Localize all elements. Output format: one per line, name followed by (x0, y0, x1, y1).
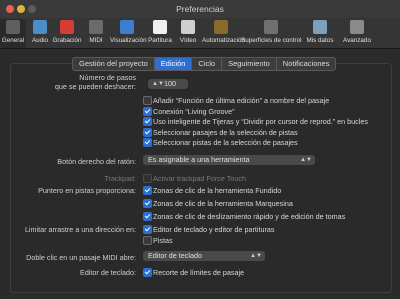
undo-steps-label-1: Número de pasos (79, 73, 136, 82)
popup-arrows-icon: ▲▼ (300, 157, 312, 163)
edit-option-label-1: Conexión “Living Groove” (153, 106, 235, 116)
toolbar-automation-button[interactable]: Automatización (202, 19, 246, 48)
edit-option-checkbox-3[interactable] (143, 127, 152, 137)
midi-double-click-value: Editor de teclado (148, 251, 202, 260)
toolbar-audio-button[interactable]: Audio (30, 19, 50, 48)
popup-arrows-icon: ▲▼ (250, 253, 262, 259)
trim-region-bounds-checkbox[interactable] (143, 268, 152, 277)
tab-1[interactable]: Edición (154, 58, 193, 70)
edit-option-checkbox-2[interactable] (143, 117, 152, 126)
score-icon (153, 20, 167, 34)
advanced-icon (350, 20, 364, 34)
section-tabs: Gestión del proyecto Edición Ciclo Seguimie… (72, 57, 337, 71)
toolbar-recording-label: Grabación (52, 37, 82, 44)
toolbar-general-label: General (1, 37, 25, 44)
recording-icon (60, 20, 74, 34)
toolbar-advanced-label: Avanzado (343, 37, 371, 44)
toolbar-general-button[interactable]: General (0, 19, 26, 48)
tab-0[interactable]: Gestión del proyecto (73, 58, 155, 70)
undo-steps-label-2: que se pueden deshacer: (54, 82, 136, 91)
window-title: Preferencias (176, 4, 224, 14)
edit-option-label-3: Seleccionar pasajes de la selección de p… (153, 127, 298, 137)
general-icon (6, 20, 20, 34)
pointer-option-label-2: Zonas de clic de deslizamiento rápido y … (153, 212, 346, 221)
preferences-window: Preferencias General Audio Grabación MIDI Vi… (0, 0, 400, 299)
right-click-value: Es asignable a una herramienta (148, 155, 250, 164)
limit-drag-option-label-0: Editor de teclado y editor de partituras (153, 225, 275, 234)
toolbar-midi-button[interactable]: MIDI (85, 19, 107, 48)
toolbar-video-button[interactable]: Vídeo (176, 19, 200, 48)
limit-drag-option-checkbox-0[interactable] (143, 225, 152, 234)
trackpad-label: Trackpad: (104, 174, 136, 183)
edit-option-label-4: Seleccionar pistas de la selección de pa… (153, 138, 298, 147)
automation-icon (214, 20, 228, 34)
toolbar-my-info-label: Mis datos (306, 37, 334, 44)
limit-drag-option-checkbox-1[interactable] (143, 236, 152, 245)
toolbar-recording-button[interactable]: Grabación (51, 19, 83, 48)
pointer-option-label-1: Zonas de clic de la herramienta Marquesi… (153, 199, 293, 208)
toolbar-control-surfaces-button[interactable]: Superficies de control (241, 19, 302, 48)
tab-3[interactable]: Seguimiento (222, 58, 277, 70)
toolbar-advanced-button[interactable]: Avanzado (341, 19, 373, 48)
limit-drag-option-label-1: Pistas (153, 236, 173, 245)
toolbar-score-button[interactable]: Partitura (146, 19, 174, 48)
toolbar-my-info-button[interactable]: Mis datos (303, 19, 337, 48)
toolbar-control-surfaces-label: Superficies de control (241, 37, 302, 44)
force-touch-label: Activar trackpad Force Touch (153, 174, 246, 183)
edit-option-checkbox-0[interactable] (143, 96, 152, 105)
pointer-label: Puntero en pistas proporciona: (38, 186, 136, 195)
toolbar-display-label: Visualización (110, 37, 147, 44)
pointer-option-checkbox-1[interactable] (143, 199, 152, 208)
midi-icon (89, 20, 103, 34)
toolbar-score-label: Partitura (148, 37, 172, 44)
pointer-option-checkbox-2[interactable] (143, 212, 152, 221)
preferences-toolbar: General Audio Grabación MIDI Visualización Pa… (0, 18, 400, 49)
right-click-label: Botón derecho del ratón: (57, 157, 136, 166)
toolbar-display-button[interactable]: Visualización (110, 19, 147, 48)
edit-option-label-2: Uso inteligente de Tijeras y “Dividir po… (153, 117, 368, 126)
midi-double-click-popup[interactable]: Editor de teclado ▲▼ (143, 251, 265, 261)
title-bar: Preferencias (0, 0, 400, 18)
tab-2[interactable]: Ciclo (192, 58, 223, 70)
toolbar-automation-label: Automatización (202, 37, 246, 44)
toolbar-audio-label: Audio (31, 37, 49, 44)
display-icon (120, 20, 134, 34)
pointer-option-checkbox-0[interactable] (143, 186, 152, 195)
stepper-arrows-icon[interactable]: ▲▼ (152, 79, 164, 89)
my-info-icon (313, 20, 327, 34)
toolbar-video-label: Vídeo (179, 37, 197, 44)
undo-steps-value: 100 (164, 79, 176, 88)
edit-option-label-0: Añadir “Función de última edición” a nom… (153, 96, 330, 105)
right-click-popup[interactable]: Es asignable a una herramienta ▲▼ (143, 155, 315, 165)
pointer-option-label-0: Zonas de clic de la herramienta Fundido (153, 186, 282, 195)
toolbar-midi-label: MIDI (89, 37, 103, 44)
control-surfaces-icon (264, 20, 278, 34)
edit-option-checkbox-4[interactable] (143, 138, 152, 147)
video-icon (181, 20, 195, 34)
midi-double-click-label: Doble clic en un pasaje MIDI abre: (26, 253, 136, 262)
force-touch-checkbox[interactable] (143, 174, 152, 183)
keyboard-editor-label: Editor de teclado: (80, 268, 136, 277)
audio-icon (33, 20, 47, 34)
limit-drag-label: Limitar arrastre a una dirección en: (24, 225, 136, 234)
tab-4[interactable]: Notificaciones (277, 58, 336, 70)
edit-option-checkbox-1[interactable] (143, 106, 152, 116)
trim-region-bounds-label: Recorte de límites de pasaje (153, 268, 245, 277)
undo-steps-stepper[interactable]: ▲▼ 100 (148, 79, 188, 89)
